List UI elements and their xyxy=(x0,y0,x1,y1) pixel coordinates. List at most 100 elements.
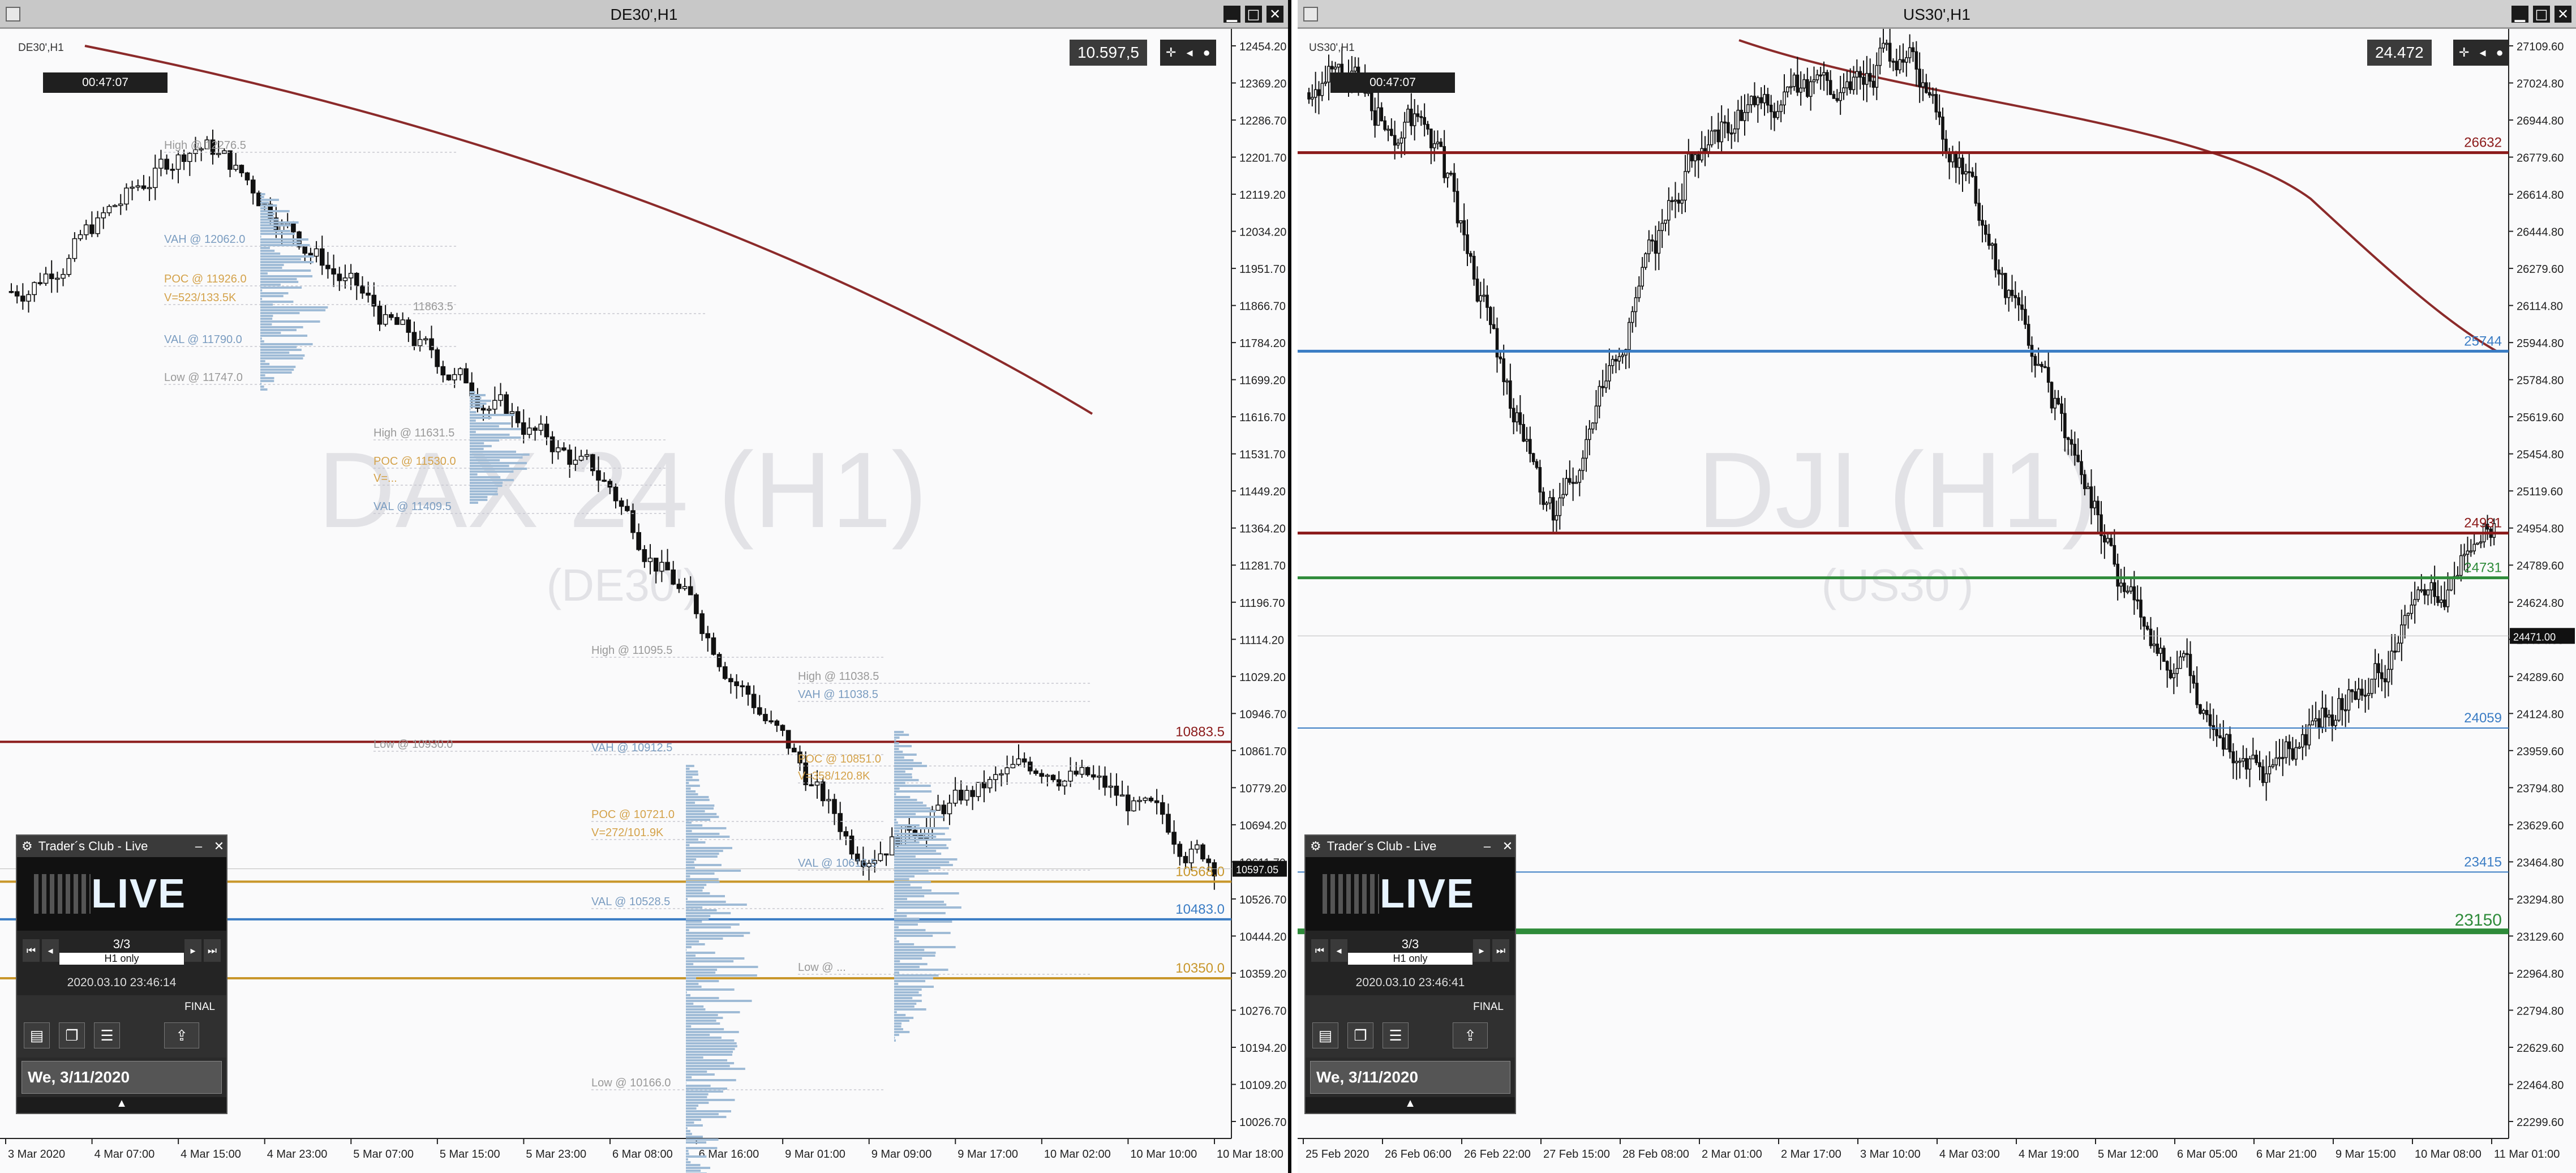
panel-minimize-button[interactable]: – xyxy=(1480,839,1495,854)
next-page-button[interactable]: ▸ xyxy=(184,939,201,962)
maximize-button[interactable]: □ xyxy=(1245,6,1262,23)
candle-body xyxy=(2056,397,2060,405)
minimize-button[interactable]: ▁ xyxy=(2511,6,2528,23)
candle-body xyxy=(463,368,469,384)
last-page-button[interactable]: ⏭ xyxy=(204,939,221,962)
windows-icon[interactable]: ❐ xyxy=(1347,1022,1373,1048)
chart-window-dji[interactable]: US30',H1 ▁ □ ✕ DJI (H1) (US30') 27109.60 27… xyxy=(1298,0,2576,1173)
profile-bar xyxy=(260,269,311,272)
prev-page-button[interactable]: ◂ xyxy=(1330,939,1347,962)
candle-body xyxy=(2165,661,2169,671)
y-tick-label: 11364.20 xyxy=(1239,523,1286,536)
maximize-button[interactable]: □ xyxy=(2533,6,2550,23)
profile-bar xyxy=(894,850,937,852)
candle-body xyxy=(130,186,135,189)
candle-body xyxy=(1967,171,1971,173)
chart-window-dax[interactable]: DE30',H1 ▁ □ ✕ DAX 24 (H1) (DE30') 12454.2… xyxy=(0,0,1291,1173)
profile-label: VAL @ 10616.5 xyxy=(798,857,877,870)
x-tick-label: 10 Mar 08:00 xyxy=(2415,1148,2481,1161)
first-page-button[interactable]: ⏮ xyxy=(23,939,40,962)
close-button[interactable]: ✕ xyxy=(2554,6,2571,23)
profile-bar xyxy=(260,374,265,376)
candle-body xyxy=(1390,129,1393,136)
candle-body xyxy=(2350,689,2354,692)
filter-label[interactable]: H1 only xyxy=(59,952,184,965)
y-tick-label: 23629.60 xyxy=(2517,820,2564,832)
profile-bar xyxy=(686,1161,691,1163)
panel-collapse-button[interactable]: ▲ xyxy=(1306,1097,1515,1113)
panel-menu-icon[interactable]: ⚙ xyxy=(1310,839,1321,854)
window-titlebar[interactable]: US30',H1 ▁ □ ✕ xyxy=(1298,0,2576,29)
profile-bar xyxy=(470,431,476,433)
panel-close-button[interactable]: ✕ xyxy=(212,839,226,854)
document-icon[interactable]: ▤ xyxy=(1312,1022,1338,1048)
candle-body xyxy=(1914,51,1918,70)
filter-label[interactable]: H1 only xyxy=(1348,952,1472,965)
crosshair-icon[interactable]: ✛ xyxy=(1166,40,1176,66)
x-tick-label: 2 Mar 01:00 xyxy=(1702,1148,1762,1161)
candle-body xyxy=(1716,129,1720,143)
y-tick-label: 26779.60 xyxy=(2517,152,2564,165)
profile-bar xyxy=(894,898,907,900)
profile-bar xyxy=(260,193,265,195)
crosshair-icon[interactable]: ✛ xyxy=(2459,40,2469,66)
x-tick-label: 4 Mar 15:00 xyxy=(181,1148,241,1161)
profile-bar xyxy=(686,864,722,866)
candle-body xyxy=(411,332,417,346)
last-page-button[interactable]: ⏭ xyxy=(1492,939,1509,962)
candle-body xyxy=(1568,478,1572,483)
panel-close-button[interactable]: ✕ xyxy=(1500,839,1515,854)
y-tick-label: 25784.80 xyxy=(2517,375,2564,387)
minimize-button[interactable]: ▁ xyxy=(1223,6,1240,23)
traders-club-panel[interactable]: ⚙ Trader´s Club - Live – ✕ LIVE ⏮ ◂ 3/3 H1… xyxy=(1304,834,1516,1114)
profile-bar xyxy=(894,974,939,977)
document-icon[interactable]: ▤ xyxy=(24,1022,50,1048)
database-icon[interactable]: ☰ xyxy=(94,1022,120,1048)
upload-icon[interactable]: ⇪ xyxy=(1453,1022,1488,1048)
dropdown-icon[interactable]: ◂ xyxy=(2479,40,2485,66)
y-tick-label: 22299.60 xyxy=(2517,1116,2564,1129)
close-button[interactable]: ✕ xyxy=(1266,6,1283,23)
window-titlebar[interactable]: DE30',H1 ▁ □ ✕ xyxy=(0,0,1288,29)
profile-bar xyxy=(260,230,290,232)
candle-body xyxy=(1614,359,1618,362)
profile-bar xyxy=(686,915,711,917)
panel-menu-icon[interactable]: ⚙ xyxy=(22,839,33,854)
traders-club-panel[interactable]: ⚙ Trader´s Club - Live – ✕ LIVE ⏮ ◂ 3/3 H1… xyxy=(16,834,227,1114)
candle-body xyxy=(711,637,716,655)
panel-collapse-button[interactable]: ▲ xyxy=(17,1097,226,1113)
profile-bar xyxy=(260,247,270,249)
candle-body xyxy=(1842,87,1845,93)
profile-bar xyxy=(260,286,302,289)
first-page-button[interactable]: ⏮ xyxy=(1311,939,1328,962)
profile-bar xyxy=(894,734,909,736)
candle-body xyxy=(2175,668,2179,674)
candle-body xyxy=(394,317,400,325)
candle-body xyxy=(1997,269,2000,275)
candle-body xyxy=(1188,849,1194,863)
candle-body xyxy=(2426,589,2430,596)
y-tick-label: 12201.70 xyxy=(1239,152,1286,165)
next-page-button[interactable]: ▸ xyxy=(1473,939,1490,962)
panel-minimize-button[interactable]: – xyxy=(191,839,206,854)
candle-body xyxy=(1634,297,1638,312)
profile-bar xyxy=(470,470,514,473)
toggle-icon[interactable]: ● xyxy=(1203,40,1210,66)
database-icon[interactable]: ☰ xyxy=(1383,1022,1409,1048)
prev-page-button[interactable]: ◂ xyxy=(42,939,59,962)
chart-controls[interactable]: ✛ ◂ ● xyxy=(2453,40,2509,66)
profile-bar xyxy=(894,793,896,795)
profile-bar xyxy=(260,354,305,357)
candle-body xyxy=(1845,81,1849,88)
chart-controls[interactable]: ✛ ◂ ● xyxy=(1160,40,1216,66)
windows-icon[interactable]: ❐ xyxy=(59,1022,85,1048)
dropdown-icon[interactable]: ◂ xyxy=(1186,40,1192,66)
candle-body xyxy=(1585,439,1588,459)
upload-icon[interactable]: ⇪ xyxy=(164,1022,199,1048)
candle-body xyxy=(774,720,780,726)
toggle-icon[interactable]: ● xyxy=(2496,40,2503,66)
candle-body xyxy=(233,165,238,170)
candle-body xyxy=(987,779,993,789)
profile-bar xyxy=(260,207,268,209)
profile-bar xyxy=(894,787,900,790)
